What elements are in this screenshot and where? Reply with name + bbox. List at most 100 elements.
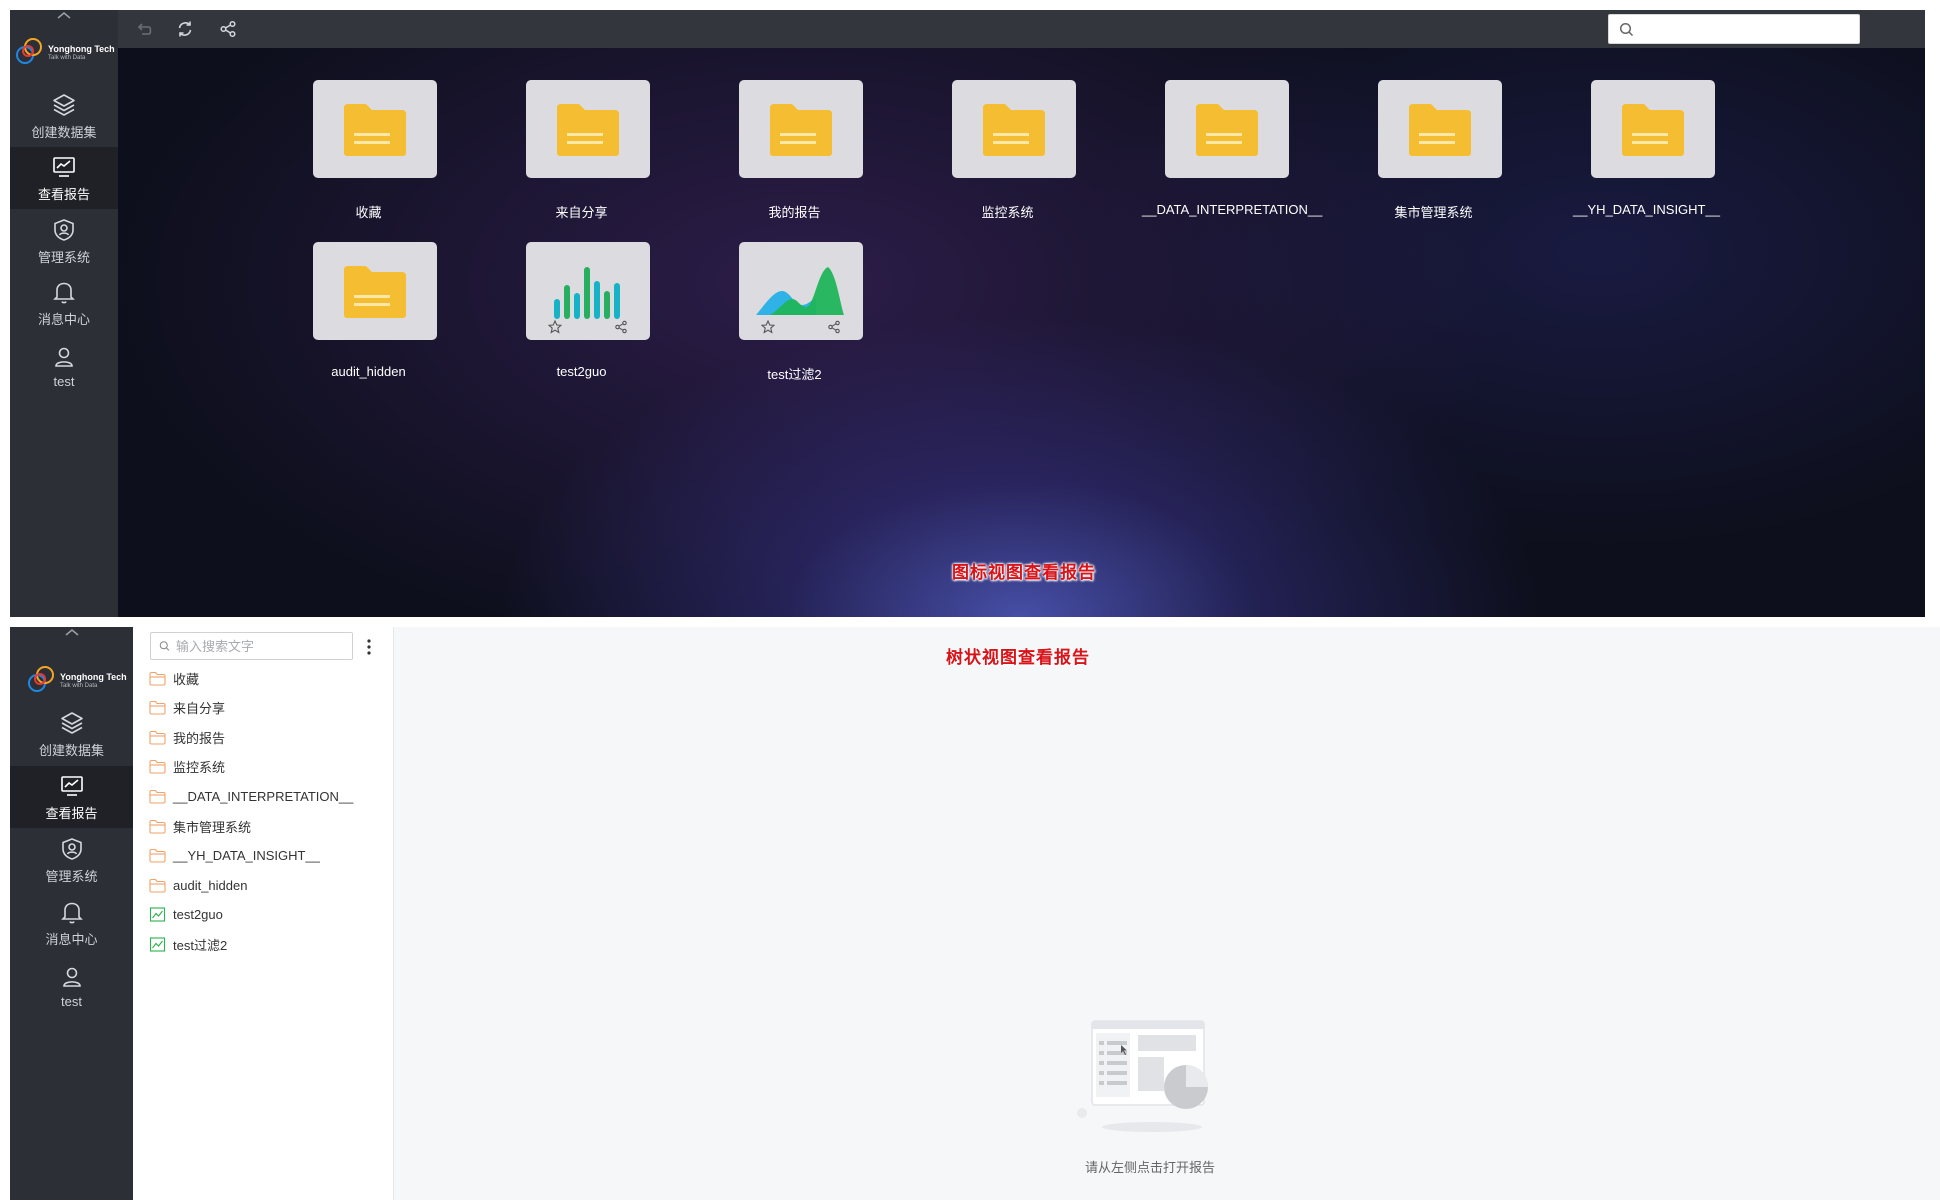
tree-search-input[interactable] bbox=[176, 638, 352, 654]
nav-user[interactable]: test bbox=[10, 955, 133, 1017]
folder-outline-icon bbox=[149, 671, 166, 686]
folder-icon bbox=[557, 104, 619, 156]
report-tile[interactable]: test2guo bbox=[490, 242, 660, 392]
share-button[interactable] bbox=[216, 17, 240, 41]
icon-view-main: 收藏 来自分享 我的报告 监控系统 __DATA_INTERPRETATION__ 集市管… bbox=[118, 10, 1925, 617]
refresh-icon bbox=[178, 21, 192, 37]
folder-icon bbox=[770, 104, 832, 156]
tree-folder-item[interactable]: __YH_DATA_INSIGHT__ bbox=[149, 845, 320, 867]
user-icon bbox=[62, 967, 81, 987]
tree-item-label: 监控系统 bbox=[173, 760, 226, 776]
tree-item-label: __YH_DATA_INSIGHT__ bbox=[173, 848, 320, 864]
nav-create-dataset[interactable]: 创建数据集 bbox=[10, 703, 133, 765]
tile-thumbnail bbox=[313, 242, 437, 340]
refresh-button[interactable] bbox=[173, 17, 197, 41]
tree-folder-item[interactable]: 来自分享 bbox=[149, 697, 225, 719]
nav-view-report[interactable]: 查看报告 bbox=[10, 147, 118, 209]
bell-icon bbox=[53, 282, 75, 303]
bell-icon bbox=[60, 902, 83, 923]
top-search-box[interactable] bbox=[1608, 14, 1860, 44]
logo-icon bbox=[16, 38, 46, 68]
tile-label: 收藏 bbox=[355, 205, 382, 220]
empty-hint: 请从左侧点击打开报告 bbox=[1084, 1160, 1215, 1175]
layers-icon bbox=[53, 93, 75, 116]
tree-folder-item[interactable]: 我的报告 bbox=[149, 726, 225, 748]
tile-label: __DATA_INTERPRETATION__ bbox=[1142, 202, 1323, 217]
shield-user-icon bbox=[61, 837, 82, 860]
report-monitor-icon bbox=[53, 156, 75, 177]
share-icon bbox=[220, 20, 236, 38]
report-tile[interactable]: 监控系统 bbox=[916, 80, 1086, 230]
nav-create-dataset[interactable]: 创建数据集 bbox=[10, 85, 118, 147]
share-icon[interactable] bbox=[614, 320, 628, 334]
sidebar: Yonghong Tech Talk with Data 创建数据集 查看报告 … bbox=[10, 627, 133, 1200]
tree-folder-item[interactable]: 监控系统 bbox=[149, 756, 225, 778]
toolbar bbox=[118, 10, 1925, 48]
nav-view-report[interactable]: 查看报告 bbox=[10, 766, 133, 828]
logo-tagline: Talk with Data bbox=[60, 683, 98, 689]
share-icon[interactable] bbox=[827, 320, 841, 334]
top-search-input[interactable] bbox=[1640, 15, 1859, 43]
report-icon bbox=[149, 937, 166, 952]
folder-outline-icon bbox=[149, 789, 166, 804]
star-icon[interactable] bbox=[761, 320, 775, 334]
tree-view-annotation: 树状视图查看报告 bbox=[946, 648, 1090, 668]
chevron-up-icon[interactable] bbox=[63, 627, 81, 637]
icon-view-annotation: 图标视图查看报告 bbox=[952, 563, 1096, 583]
report-monitor-icon bbox=[60, 775, 83, 796]
report-tile[interactable]: audit_hidden bbox=[277, 242, 447, 392]
star-icon[interactable] bbox=[548, 320, 562, 334]
report-tile[interactable]: __DATA_INTERPRETATION__ bbox=[1129, 80, 1323, 230]
report-tile[interactable]: 我的报告 bbox=[703, 80, 873, 230]
chevron-up-icon[interactable] bbox=[55, 10, 73, 20]
report-tile[interactable]: 来自分享 bbox=[490, 80, 660, 230]
tile-label: __YH_DATA_INSIGHT__ bbox=[1573, 202, 1720, 217]
tile-thumbnail bbox=[739, 80, 863, 178]
nav-management[interactable]: 管理系统 bbox=[10, 210, 118, 272]
folder-icon bbox=[344, 266, 406, 318]
tree-item-label: 收藏 bbox=[173, 671, 200, 687]
empty-report-illustration bbox=[1077, 1020, 1208, 1132]
tile-label: test过滤2 bbox=[767, 367, 822, 382]
report-tile[interactable]: 集市管理系统 bbox=[1342, 80, 1512, 230]
tree-item-label: test过滤2 bbox=[173, 937, 228, 953]
folder-icon bbox=[983, 104, 1045, 156]
tree-item-label: audit_hidden bbox=[173, 877, 248, 893]
nav-management[interactable]: 管理系统 bbox=[10, 829, 133, 891]
tree-folder-item[interactable]: 集市管理系统 bbox=[149, 815, 251, 837]
tile-thumbnail bbox=[1165, 80, 1289, 178]
tile-thumbnail bbox=[1591, 80, 1715, 178]
tree-item-label: 集市管理系统 bbox=[173, 819, 252, 835]
tree-folder-item[interactable]: audit_hidden bbox=[149, 874, 247, 896]
tree-view-panel: Yonghong Tech Talk with Data 创建数据集 查看报告 … bbox=[10, 627, 1940, 1200]
more-options-icon[interactable] bbox=[362, 636, 376, 658]
folder-icon bbox=[1622, 104, 1684, 156]
undo-button[interactable] bbox=[132, 17, 156, 41]
tree-report-item[interactable]: test过滤2 bbox=[149, 933, 227, 955]
logo-name: Yonghong Tech bbox=[48, 44, 115, 54]
tile-thumbnail bbox=[526, 242, 650, 340]
tile-label: 监控系统 bbox=[981, 205, 1034, 220]
tile-label: 集市管理系统 bbox=[1394, 205, 1473, 220]
tree-item-label: test2guo bbox=[173, 907, 223, 923]
tile-thumbnail bbox=[313, 80, 437, 178]
nav-user[interactable]: test bbox=[10, 335, 118, 397]
tree-folder-item[interactable]: __DATA_INTERPRETATION__ bbox=[149, 785, 353, 807]
search-icon bbox=[1619, 22, 1634, 36]
report-tile[interactable]: test过滤2 bbox=[703, 242, 873, 392]
icon-view-panel: Yonghong Tech Talk with Data 创建数据集 查看报告 … bbox=[10, 10, 1925, 617]
nav-messages[interactable]: 消息中心 bbox=[10, 892, 133, 954]
folder-outline-icon bbox=[149, 730, 166, 745]
folder-outline-icon bbox=[149, 849, 166, 863]
nav-messages[interactable]: 消息中心 bbox=[10, 272, 118, 334]
tree-item-label: 来自分享 bbox=[173, 701, 226, 717]
report-tile[interactable]: 收藏 bbox=[277, 80, 447, 230]
tree-folder-item[interactable]: 收藏 bbox=[149, 667, 199, 689]
tree-item-label: 我的报告 bbox=[173, 730, 226, 746]
tile-label: 我的报告 bbox=[768, 205, 821, 220]
tree-search-box[interactable] bbox=[150, 632, 353, 660]
tree-report-item[interactable]: test2guo bbox=[149, 904, 223, 926]
report-tile[interactable]: __YH_DATA_INSIGHT__ bbox=[1555, 80, 1725, 230]
folder-outline-icon bbox=[149, 878, 166, 893]
folder-icon bbox=[1409, 104, 1471, 156]
